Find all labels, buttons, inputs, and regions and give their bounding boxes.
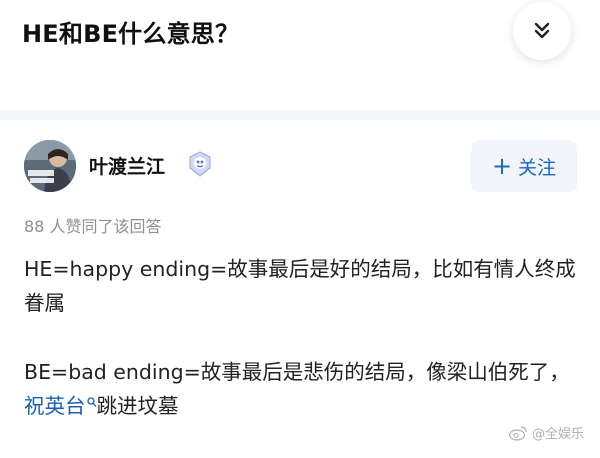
follow-label: 关注 bbox=[518, 156, 557, 179]
question-title: HE和BE什么意思？ bbox=[22, 20, 240, 48]
verified-badge-icon bbox=[189, 151, 211, 177]
question-header: HE和BE什么意思？ bbox=[0, 0, 600, 110]
answer-body: HE=happy ending=故事最后是好的结局，比如有情人终成眷属 BE=b… bbox=[24, 252, 584, 458]
avatar[interactable] bbox=[24, 140, 76, 192]
answer-text: 跳进坟墓 bbox=[96, 394, 179, 418]
section-divider bbox=[0, 110, 600, 120]
search-icon[interactable] bbox=[86, 389, 97, 423]
answer-paragraph: HE=happy ending=故事最后是好的结局，比如有情人终成眷属 bbox=[24, 257, 576, 315]
watermark-text: @全娱乐 bbox=[532, 427, 585, 442]
avatar-image bbox=[24, 140, 76, 192]
keyword-link[interactable]: 祝英台 bbox=[24, 394, 86, 418]
chevron-double-down-icon bbox=[534, 22, 550, 39]
collapse-button[interactable] bbox=[513, 2, 571, 60]
upvote-count: 88 人赞同了该回答 bbox=[24, 217, 162, 236]
weibo-icon bbox=[508, 425, 527, 441]
answer-paragraph: BE=bad ending=故事最后是悲伤的结局，像梁山伯死了， 祝英台 跳进坟墓 bbox=[24, 355, 584, 423]
watermark: @全娱乐 bbox=[508, 423, 584, 442]
follow-button[interactable]: + 关注 bbox=[471, 140, 577, 192]
answer-author-bar: 叶渡兰江 + 关注 bbox=[0, 120, 600, 210]
answer-text: BE=bad ending=故事最后是悲伤的结局，像梁山伯死了， bbox=[24, 360, 570, 384]
plus-icon: + bbox=[491, 152, 513, 180]
author-name[interactable]: 叶渡兰江 bbox=[89, 152, 165, 179]
